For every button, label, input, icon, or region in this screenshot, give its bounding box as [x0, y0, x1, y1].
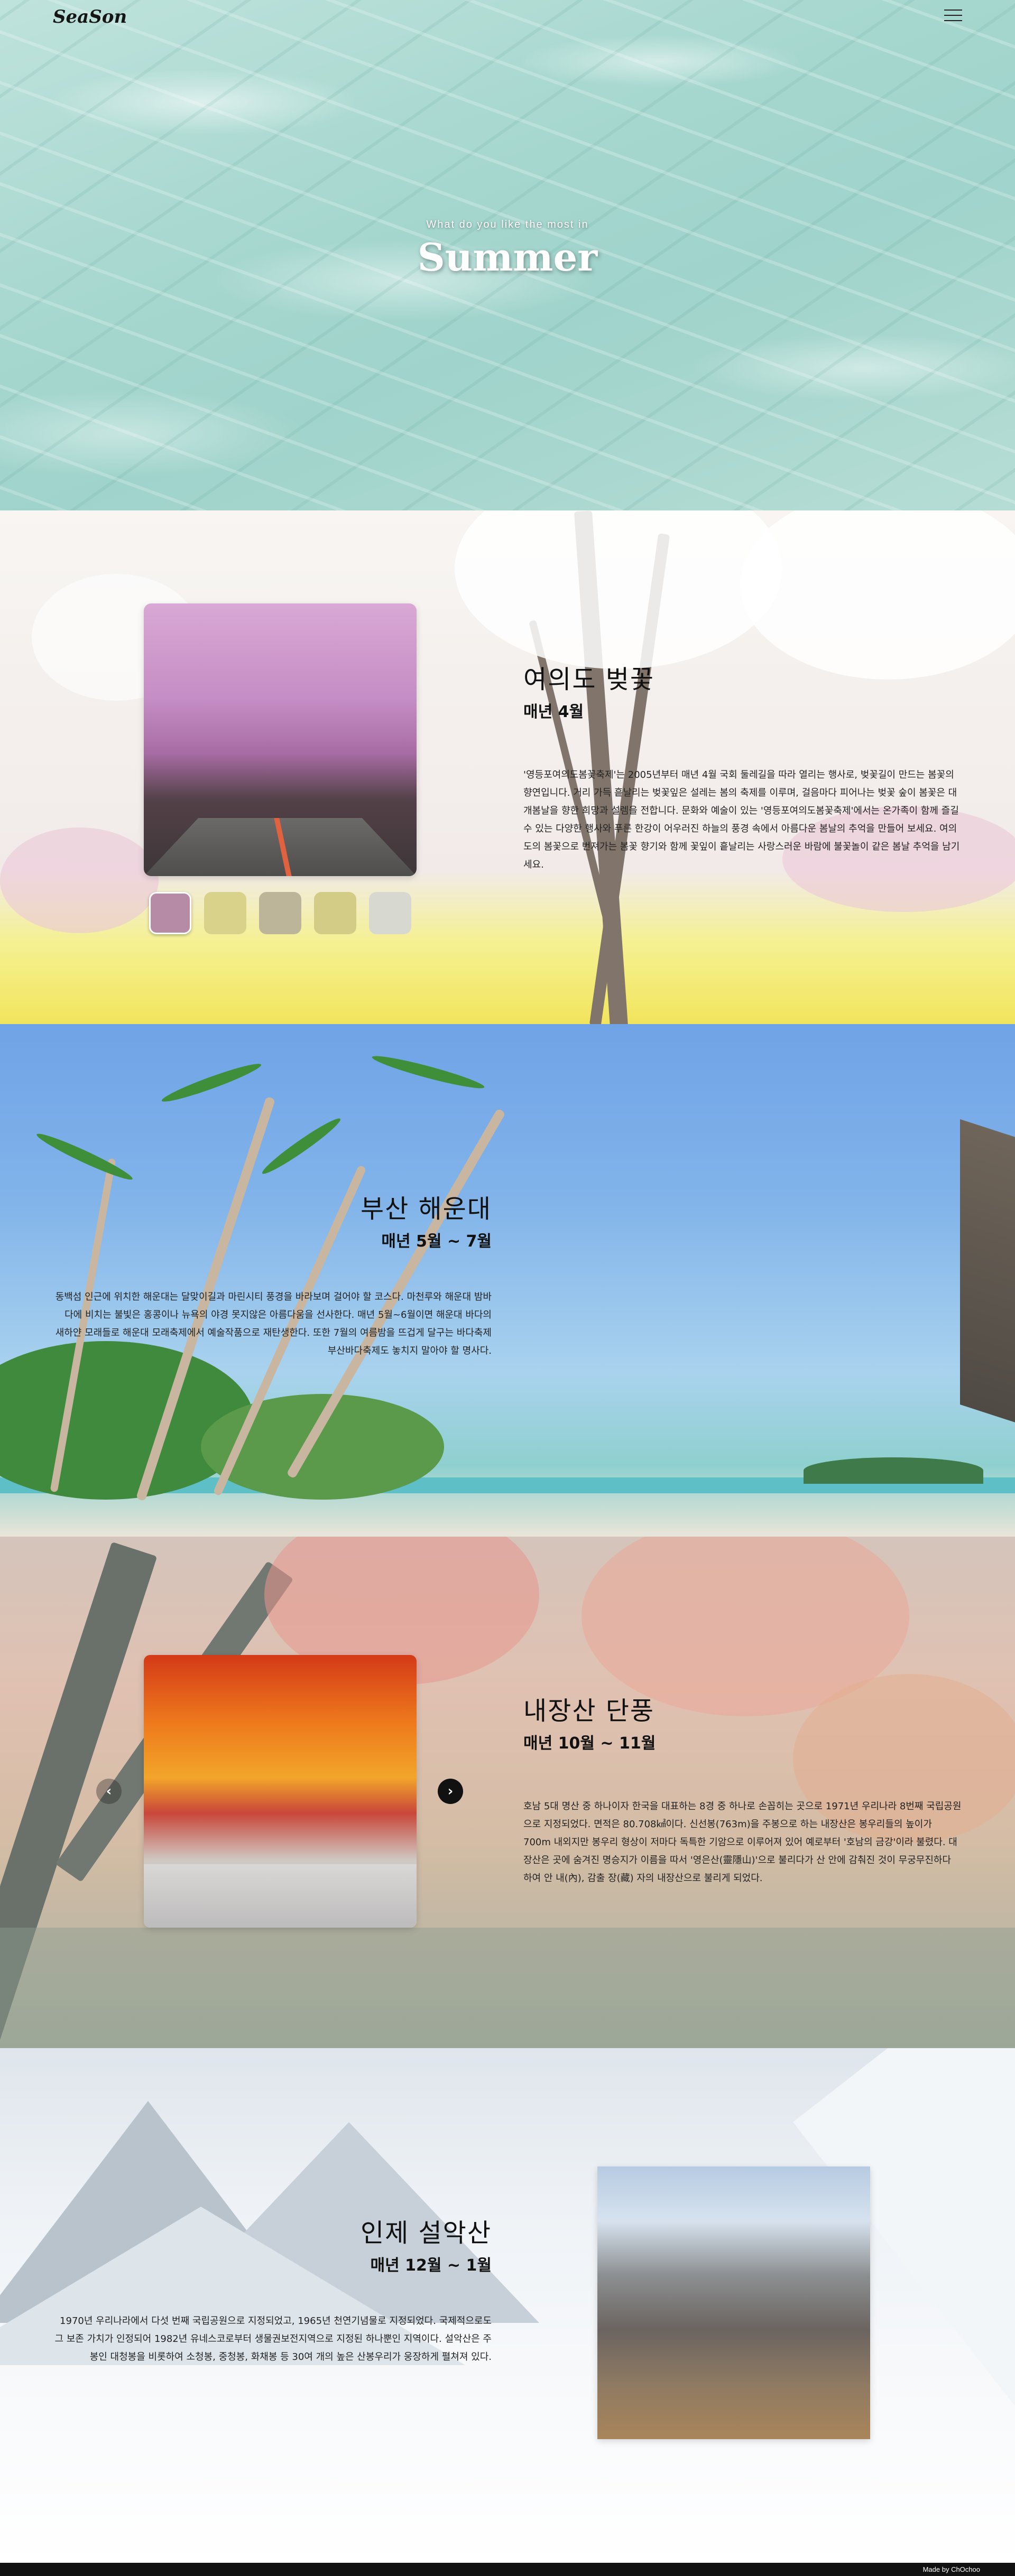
- footer: Made by ChOchoo: [0, 2563, 1015, 2576]
- palm-leaf-decoration: [370, 1051, 486, 1093]
- summer-section: 부산 해운대 매년 5월 ~ 7월 동백섬 인근에 위치한 해운대는 달맞이길과…: [0, 1024, 1015, 1537]
- next-arrow-icon[interactable]: ›: [438, 1779, 463, 1804]
- section-period: 매년 12월 ~ 1월: [370, 2256, 492, 2275]
- winter-section: 인제 설악산 매년 12월 ~ 1월 1970년 우리나라에서 다섯 번째 국립…: [0, 2048, 1015, 2563]
- cherry-blossom-photo: [144, 603, 417, 876]
- site-logo[interactable]: SeaSon: [53, 6, 127, 27]
- footer-credit: Made by ChOchoo: [922, 2565, 980, 2573]
- section-description: 1970년 우리나라에서 다섯 번째 국립공원으로 지정되었고, 1965년 천…: [54, 2315, 492, 2363]
- thumbnail-4[interactable]: [314, 892, 356, 934]
- palm-leaf-decoration: [160, 1059, 263, 1106]
- section-period: 매년 4월: [523, 703, 584, 721]
- section-title: 여의도 벚꽃: [523, 665, 655, 694]
- hero-section: SeaSon What do you like the most in Summ…: [0, 0, 1015, 510]
- hamburger-menu-icon[interactable]: [944, 10, 962, 23]
- autumn-section: ‹ › 내장산 단풍 매년 10월 ~ 11월 호남 5대 명산 중 하나이자 …: [0, 1537, 1015, 2048]
- thumbnail-2[interactable]: [204, 892, 246, 934]
- spring-section: 여의도 벚꽃 매년 4월 '영등포여의도봄꽃축제'는 2005년부터 매년 4월…: [0, 510, 1015, 1024]
- section-description: '영등포여의도봄꽃축제'는 2005년부터 매년 4월 국회 둘레길을 따라 열…: [523, 769, 960, 870]
- winter-info: 인제 설악산 매년 12월 ~ 1월 1970년 우리나라에서 다섯 번째 국립…: [53, 2212, 492, 2366]
- thumbnail-1[interactable]: [149, 892, 191, 934]
- autumn-foliage-photo: [144, 1655, 417, 1928]
- section-description: 호남 5대 명산 중 하나이자 한국을 대표하는 8경 중 하나로 손꼽히는 곳…: [523, 1801, 962, 1884]
- section-title: 내장산 단풍: [523, 1696, 655, 1726]
- palm-leaf-decoration: [259, 1114, 344, 1178]
- palm-leaf-decoration: [34, 1129, 135, 1185]
- next-slide-peek[interactable]: [960, 1119, 1015, 1422]
- section-title: 부산 해운대: [360, 1194, 492, 1224]
- prev-arrow-icon[interactable]: ‹: [96, 1779, 122, 1804]
- hero-title: Summer: [417, 235, 598, 280]
- mountain-photo: [597, 2166, 870, 2439]
- section-period: 매년 5월 ~ 7월: [381, 1232, 492, 1251]
- thumbnail-strip: [149, 892, 411, 934]
- tree-decoration: [0, 1341, 254, 1500]
- thumbnail-3[interactable]: [259, 892, 301, 934]
- spring-info: 여의도 벚꽃 매년 4월 '영등포여의도봄꽃축제'는 2005년부터 매년 4월…: [523, 658, 962, 874]
- autumn-info: 내장산 단풍 매년 10월 ~ 11월 호남 5대 명산 중 하나이자 한국을 …: [523, 1690, 962, 1887]
- hero-subtitle: What do you like the most in: [426, 219, 589, 230]
- section-description: 동백섬 인근에 위치한 해운대는 달맞이길과 마린시티 풍경을 바라보며 걸어야…: [55, 1291, 492, 1356]
- island-decoration: [804, 1457, 983, 1484]
- section-title: 인제 설악산: [360, 2218, 492, 2248]
- thumbnail-5[interactable]: [369, 892, 411, 934]
- summer-info: 부산 해운대 매년 5월 ~ 7월 동백섬 인근에 위치한 해운대는 달맞이길과…: [53, 1188, 492, 1360]
- section-period: 매년 10월 ~ 11월: [523, 1734, 656, 1753]
